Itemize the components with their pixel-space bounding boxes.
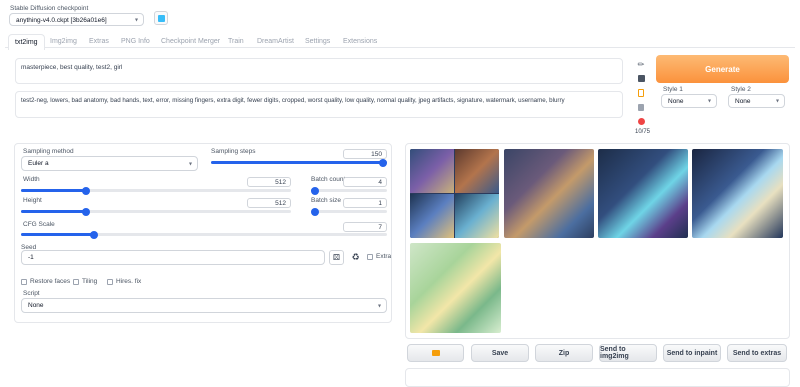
hires-fix-label: Hires. fix [116,278,142,285]
tiling-label: Tiling [82,278,98,285]
chevron-down-icon: ▾ [188,161,192,167]
refresh-icon [157,14,165,22]
batch-count-label: Batch count [311,176,346,183]
tiling-checkbox[interactable] [73,279,79,285]
tab-extensions[interactable]: Extensions [343,38,377,45]
open-folder-button[interactable] [407,344,464,362]
negative-prompt-input[interactable]: test2-neg, lowers, bad anatomy, bad hand… [15,91,623,118]
send-to-extras-button[interactable]: Send to extras [727,344,787,362]
slider-fill [21,210,86,213]
chevron-down-icon: ▾ [134,17,138,23]
sampling-steps-input[interactable]: 150 [343,149,387,159]
slider-fill [21,233,95,236]
gallery-image-grid[interactable] [410,149,499,238]
extra-networks-icon[interactable] [635,115,647,127]
slider-handle[interactable] [311,186,319,195]
refresh-checkpoint-button[interactable] [154,11,168,25]
height-label: Height [23,197,42,204]
batch-size-label: Batch size [311,197,341,204]
slider-handle[interactable] [311,207,319,216]
sampling-steps-label: Sampling steps [211,148,256,155]
tabs-divider [5,47,795,48]
tab-txt2img[interactable]: txt2img [8,34,45,50]
gallery-image-3[interactable] [598,149,688,238]
tab-dreamartist[interactable]: DreamArtist [257,38,294,45]
sampling-method-select[interactable]: Euler a ▾ [21,156,198,171]
sampling-method-value: Euler a [28,160,49,167]
chevron-down-icon: ▾ [775,98,779,105]
sampling-method-label: Sampling method [23,148,74,155]
restore-faces-checkbox[interactable] [21,279,27,285]
hires-fix-checkbox[interactable] [107,279,113,285]
tab-train[interactable]: Train [228,38,244,45]
gallery-image-4[interactable] [692,149,783,238]
script-value: None [28,302,44,309]
height-input[interactable]: 512 [247,198,291,208]
cfg-scale-slider[interactable] [21,230,387,239]
cfg-scale-label: CFG Scale [23,221,55,228]
tab-img2img[interactable]: Img2img [50,38,77,45]
batch-count-slider[interactable] [311,186,387,195]
send-to-inpaint-button[interactable]: Send to inpaint [663,344,721,362]
tab-settings[interactable]: Settings [305,38,330,45]
gallery-image-5[interactable] [410,243,501,333]
slider-handle[interactable] [81,186,90,195]
style2-value: None [735,98,751,105]
pencil-icon[interactable]: ✏ [635,58,647,70]
gallery-image-2[interactable] [504,149,594,238]
slider-handle[interactable] [81,207,90,216]
tab-extras[interactable]: Extras [89,38,109,45]
trash-icon[interactable] [635,101,647,113]
height-slider[interactable] [21,207,291,216]
slider-fill [21,189,86,192]
chevron-down-icon: ▾ [377,303,381,309]
batch-size-input[interactable]: 1 [343,198,387,208]
script-label: Script [23,290,40,297]
send-to-img2img-button[interactable]: Send to img2img [599,344,657,362]
script-select[interactable]: None ▾ [21,298,387,313]
slider-handle[interactable] [379,158,387,167]
style1-select[interactable]: None ▾ [661,94,717,108]
restore-faces-label: Restore faces [30,278,71,285]
prompt-input[interactable]: masterpiece, best quality, test2, girl [15,58,623,84]
checkpoint-label: Stable Diffusion checkpoint [10,5,89,12]
clipboard-icon[interactable] [635,87,647,99]
slider-handle[interactable] [90,230,99,239]
width-label: Width [23,176,40,183]
batch-count-input[interactable]: 4 [343,177,387,187]
chevron-down-icon: ▾ [707,98,711,105]
extra-seed-label: Extra [376,253,392,260]
style2-label: Style 2 [731,86,751,93]
generation-info-box [405,368,790,387]
tab-png-info[interactable]: PNG Info [121,38,150,45]
generate-button[interactable]: Generate [656,55,789,83]
extra-seed-checkbox[interactable] [367,254,373,260]
zip-button[interactable]: Zip [535,344,593,362]
save-button[interactable]: Save [471,344,529,362]
style2-select[interactable]: None ▾ [728,94,785,108]
cfg-scale-input[interactable]: 7 [343,222,387,232]
style1-value: None [668,98,684,105]
checkpoint-value: anything-v4.0.ckpt [3b26a01e6] [16,17,107,24]
save-style-icon[interactable] [635,72,647,84]
recycle-icon[interactable]: ♻ [348,250,363,265]
seed-input[interactable]: -1 [21,250,325,265]
folder-icon [431,350,440,356]
tab-checkpoint-merger[interactable]: Checkpoint Merger [161,38,220,45]
width-input[interactable]: 512 [247,177,291,187]
dice-icon[interactable]: ⚄ [329,250,344,265]
width-slider[interactable] [21,186,291,195]
style1-label: Style 1 [663,86,683,93]
sampling-steps-slider[interactable] [211,158,387,167]
checkpoint-select[interactable]: anything-v4.0.ckpt [3b26a01e6] ▾ [9,13,144,26]
batch-size-slider[interactable] [311,207,387,216]
token-counter: 10/75 [635,129,651,135]
slider-fill [211,161,387,164]
